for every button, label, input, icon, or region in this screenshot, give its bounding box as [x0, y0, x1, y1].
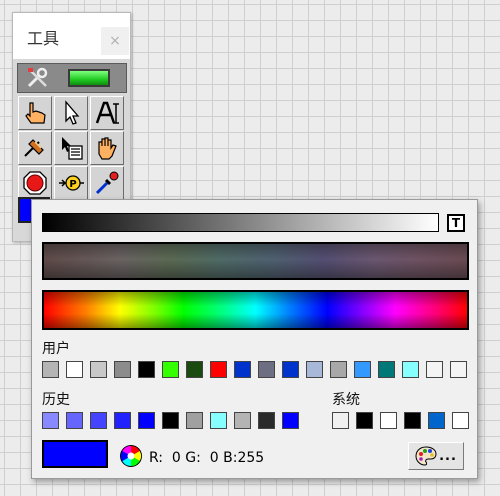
system-color-swatch[interactable] [380, 412, 397, 429]
user-color-swatch[interactable] [162, 361, 179, 378]
user-color-swatch[interactable] [354, 361, 371, 378]
system-colors-label: 系统 [332, 392, 360, 408]
color-palette-icon [415, 446, 437, 466]
eyedropper-icon [95, 171, 119, 195]
history-color-swatch[interactable] [90, 412, 107, 429]
history-color-swatch[interactable] [234, 412, 251, 429]
current-color-preview [42, 440, 108, 468]
b-label: B: [223, 450, 238, 466]
history-color-swatch[interactable] [210, 412, 227, 429]
history-color-swatch[interactable] [282, 412, 299, 429]
history-colors-row [42, 412, 307, 430]
user-color-swatch[interactable] [426, 361, 443, 378]
breakpoint-stop-icon [23, 171, 47, 195]
system-color-swatch[interactable] [452, 412, 469, 429]
user-color-swatch[interactable] [210, 361, 227, 378]
history-color-swatch[interactable] [258, 412, 275, 429]
user-color-swatch[interactable] [114, 361, 131, 378]
history-colors-label: 历史 [42, 392, 70, 408]
wrench-screwdriver-icon [27, 67, 48, 88]
history-color-swatch[interactable] [138, 412, 155, 429]
tools-title: 工具 [27, 29, 60, 48]
user-color-swatch[interactable] [186, 361, 203, 378]
user-color-swatch[interactable] [330, 361, 347, 378]
b-value: 255 [237, 450, 265, 466]
system-color-swatch[interactable] [356, 412, 373, 429]
user-colors-label: 用户 [42, 341, 70, 357]
probe-icon: P [59, 175, 84, 191]
grayscale-ramp[interactable] [42, 213, 439, 232]
user-color-swatch[interactable] [450, 361, 467, 378]
user-color-swatch[interactable] [234, 361, 251, 378]
green-led-icon [68, 69, 110, 87]
r-value: 0 [171, 450, 181, 466]
scroll-window-tool[interactable] [90, 131, 124, 165]
color-picker-popup: T 用户 历史 系统 R: 0 G: 0 B:255 ... [31, 199, 478, 479]
text-label-icon [95, 101, 119, 124]
probe-data-tool[interactable]: P [54, 166, 88, 200]
user-color-swatch[interactable] [378, 361, 395, 378]
edit-text-tool[interactable] [90, 96, 124, 130]
position-size-select-tool[interactable] [54, 96, 88, 130]
g-label: G: [185, 450, 201, 466]
rgb-readout: R: 0 G: 0 B:255 [149, 450, 264, 466]
grab-hand-icon [98, 137, 117, 160]
more-colors-ellipsis: ... [439, 448, 457, 464]
user-color-swatch[interactable] [258, 361, 275, 378]
wiring-spool-icon [24, 139, 44, 157]
transparent-color-button[interactable]: T [447, 214, 465, 232]
close-icon[interactable]: × [101, 27, 129, 55]
more-colors-button[interactable]: ... [408, 442, 464, 470]
color-wheel-icon[interactable] [119, 444, 143, 468]
set-clear-breakpoint-tool[interactable] [18, 166, 52, 200]
object-shortcut-menu-tool[interactable] [54, 131, 88, 165]
user-color-swatch[interactable] [402, 361, 419, 378]
auto-tool-selection[interactable] [17, 63, 127, 93]
system-color-swatch[interactable] [428, 412, 445, 429]
user-color-swatch[interactable] [138, 361, 155, 378]
muted-color-ramp[interactable] [42, 242, 469, 280]
system-colors-row [332, 412, 472, 430]
tools-titlebar[interactable]: 工具 × [13, 13, 130, 59]
user-colors-row [42, 361, 472, 379]
arrow-cursor-icon [65, 100, 80, 125]
history-color-swatch[interactable] [162, 412, 179, 429]
user-color-swatch[interactable] [66, 361, 83, 378]
user-color-swatch[interactable] [90, 361, 107, 378]
hue-spectrum-ramp[interactable] [42, 290, 469, 330]
pointing-hand-icon [25, 102, 46, 124]
r-label: R: [149, 450, 164, 466]
system-color-swatch[interactable] [332, 412, 349, 429]
user-color-swatch[interactable] [306, 361, 323, 378]
g-value: 0 [209, 450, 219, 466]
history-color-swatch[interactable] [186, 412, 203, 429]
connect-wire-tool[interactable] [18, 131, 52, 165]
history-color-swatch[interactable] [66, 412, 83, 429]
system-color-swatch[interactable] [404, 412, 421, 429]
shortcut-menu-icon [62, 137, 83, 160]
get-color-tool[interactable] [90, 166, 124, 200]
user-color-swatch[interactable] [42, 361, 59, 378]
history-color-swatch[interactable] [114, 412, 131, 429]
history-color-swatch[interactable] [42, 412, 59, 429]
user-color-swatch[interactable] [282, 361, 299, 378]
operate-value-tool[interactable] [18, 96, 52, 130]
svg-text:P: P [69, 179, 76, 190]
